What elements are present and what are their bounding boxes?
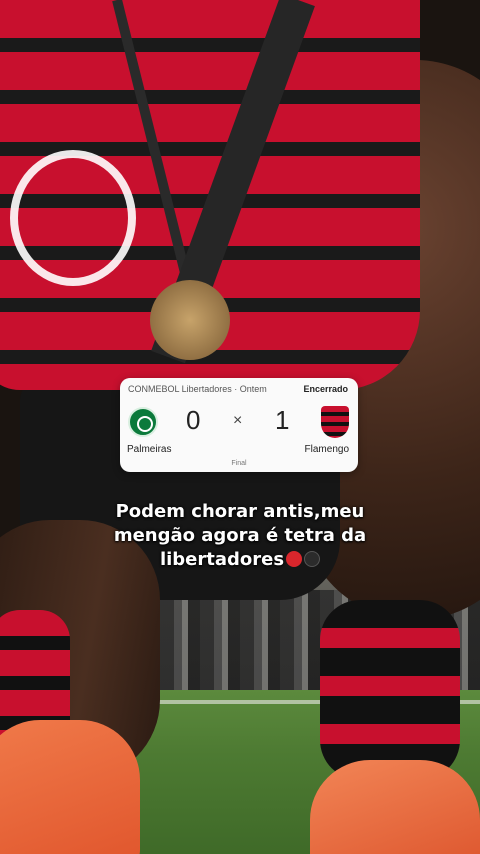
match-note: Final: [231, 460, 247, 467]
flamengo-logo-icon: [321, 406, 349, 438]
caption-line-1: Podem chorar antis,meu: [115, 501, 365, 522]
score-separator: ×: [233, 412, 243, 429]
right-sock: [320, 600, 460, 780]
black-circle-icon: [304, 551, 321, 567]
palmeiras-logo-icon: [128, 407, 158, 437]
red-circle-icon: [286, 551, 303, 567]
right-boot: [310, 760, 480, 854]
home-score: 0: [186, 405, 201, 435]
caption-line-3-text: libertadores: [159, 549, 285, 570]
medal: [150, 280, 230, 360]
away-score: 1: [275, 405, 290, 435]
jersey-crest: [10, 150, 136, 286]
score-card[interactable]: CONMEBOL Libertadores · Ontem Encerrado …: [120, 378, 358, 472]
left-boot: [0, 720, 140, 854]
caption-line-2: mengão agora é tetra da: [113, 525, 367, 546]
home-team-name: Palmeiras: [127, 444, 172, 455]
match-status: Encerrado: [303, 384, 348, 394]
caption-text: Podem chorar antis,meu mengão agora é te…: [60, 500, 420, 572]
league-label: CONMEBOL Libertadores · Ontem: [128, 384, 267, 394]
away-team-name: Flamengo: [304, 444, 349, 455]
caption-line-3: libertadores: [60, 548, 420, 572]
